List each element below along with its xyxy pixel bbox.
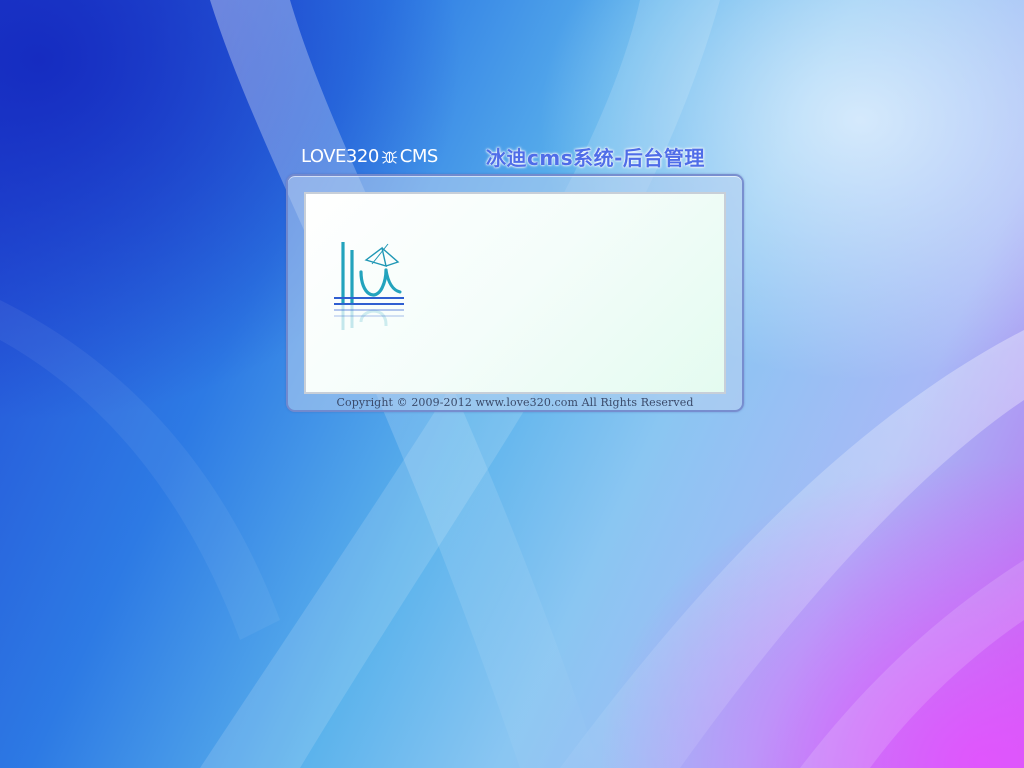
- login-panel: [304, 192, 726, 394]
- login-header: LOVE320 CMS 冰迪cms系统-后台管理: [286, 140, 744, 172]
- copyright-text: Copyright © 2009-2012 www.love320.com Al…: [336, 396, 694, 409]
- brand-logo: LOVE320 CMS: [301, 144, 438, 168]
- brand-name: LOVE320: [301, 145, 379, 167]
- lu-logo-icon: [334, 242, 404, 330]
- system-title: 冰迪cms系统-后台管理: [486, 146, 705, 170]
- login-window: LOVE320 CMS 冰迪cms系统-后台管理 Copyright © 200…: [286, 140, 744, 412]
- bug-icon: [381, 150, 397, 164]
- login-frame: Copyright © 2009-2012 www.love320.com Al…: [286, 174, 744, 412]
- brand-product: CMS: [399, 145, 439, 167]
